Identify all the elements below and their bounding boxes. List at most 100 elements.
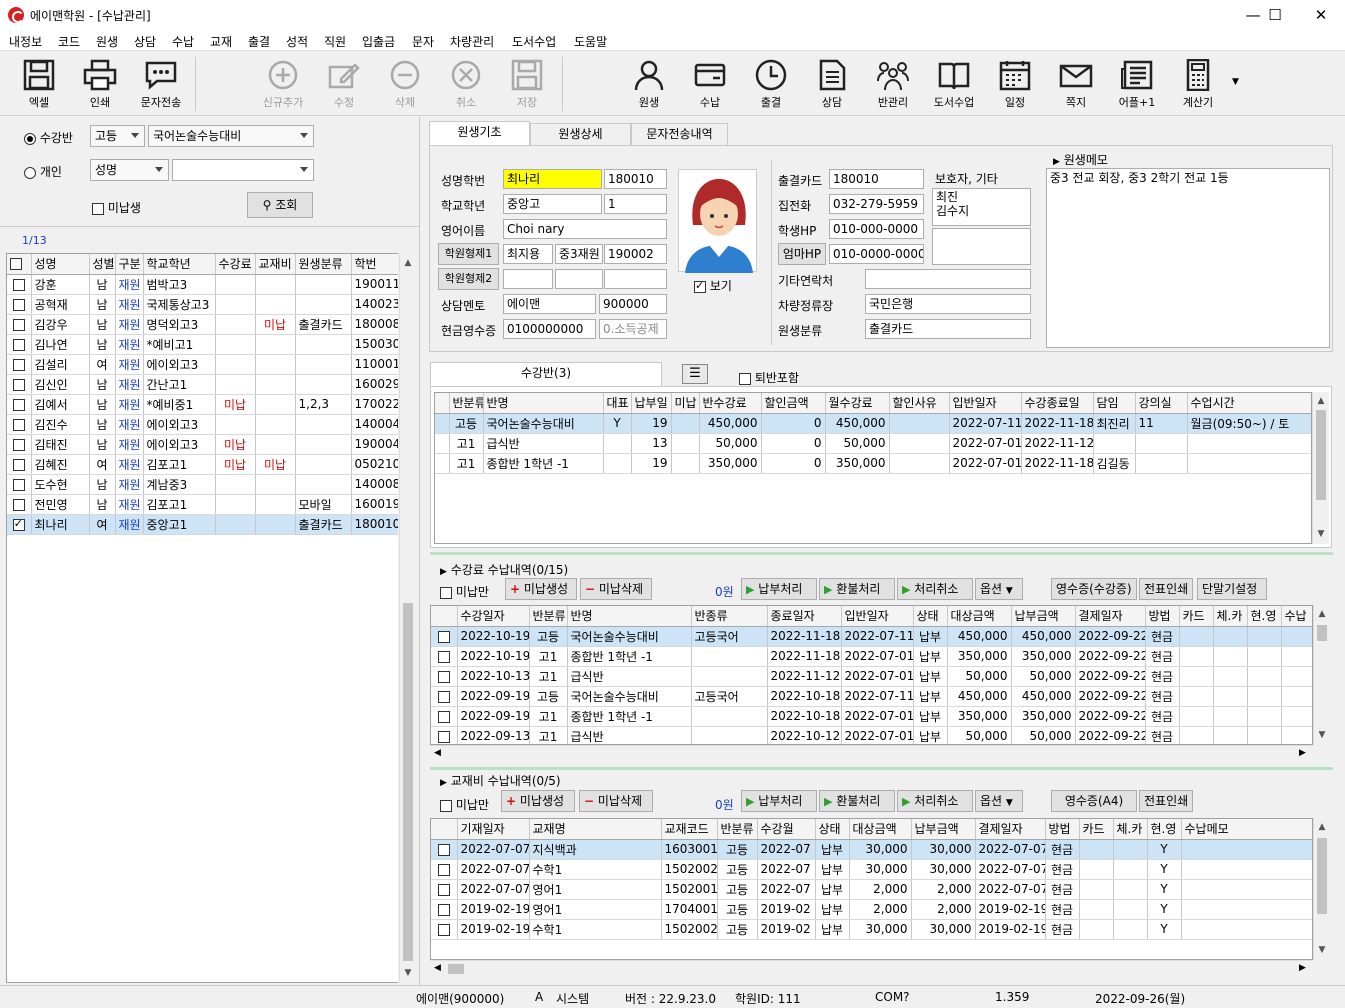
radio-class-mode[interactable]: 수강반	[24, 129, 73, 146]
menu-item[interactable]: 교재	[210, 33, 232, 50]
row-checkbox[interactable]	[7, 414, 32, 435]
checkbox[interactable]	[12, 318, 25, 331]
table-row[interactable]: 김태진 남 재원 에이외고3 미납 190004	[7, 434, 398, 455]
home-phone-field[interactable]: 032-279-5959	[829, 194, 924, 214]
row-checkbox[interactable]	[7, 494, 32, 515]
unpaid-only-checkbox[interactable]: 미납생	[92, 199, 141, 216]
book-generate-unpaid-button[interactable]: + 미납생성	[501, 790, 575, 812]
col-header[interactable]: 월수강료	[825, 393, 890, 414]
sms-send-button[interactable]: 문자전송	[130, 55, 192, 113]
table-row[interactable]: 김강우 남 재원 명덕외고3 미납 출결카드 180008	[7, 314, 398, 335]
table-row[interactable]: 공혁재 남 재원 국제통상고3 140023	[7, 294, 398, 315]
sibling1-name-field[interactable]: 최지용	[503, 244, 553, 264]
table-row[interactable]: 2019-02-19 수학1 1502002 고등 2019-02 납부 30,000 30,…	[431, 919, 1312, 940]
scroll-right-icon[interactable]: ▶	[1299, 963, 1306, 973]
mom-phone-field[interactable]: 010-0000-0000	[829, 244, 924, 264]
row-checkbox[interactable]	[431, 666, 458, 687]
col-header[interactable]: 입반일자	[841, 606, 914, 627]
sibling2-button[interactable]: 학원형제2	[438, 268, 499, 290]
row-checkbox[interactable]	[431, 706, 458, 727]
header-checkbox[interactable]	[7, 254, 32, 275]
menu-list-icon[interactable]: ☰	[682, 364, 708, 384]
book-unpaid-checkbox[interactable]: 미납만	[440, 796, 489, 813]
checkbox[interactable]	[437, 863, 450, 876]
attendance-card-field[interactable]: 180010	[829, 169, 924, 189]
menu-item[interactable]: 원생	[96, 33, 118, 50]
checkbox[interactable]	[437, 843, 450, 856]
col-header[interactable]: 반명	[567, 606, 692, 627]
bus-stop-field[interactable]: 국민은행	[865, 294, 1031, 314]
table-row[interactable]: 김신인 남 재원 간난고1 160029	[7, 374, 398, 395]
scroll-left-icon[interactable]: ◀	[434, 748, 441, 758]
fee-option-button[interactable]: 옵션 ▼	[975, 578, 1023, 600]
row-checkbox[interactable]	[7, 334, 32, 355]
mentor-id-field[interactable]: 900000	[599, 294, 667, 314]
col-header[interactable]: 수강월	[757, 819, 816, 840]
student-button[interactable]: 원생	[618, 55, 680, 113]
menu-item[interactable]: 차량관리	[450, 33, 494, 50]
include-retired-checkbox[interactable]: 퇴반포함	[739, 369, 799, 386]
checkbox[interactable]	[437, 710, 450, 723]
show-photo-checkbox[interactable]: 보기	[694, 277, 732, 294]
cancel-button[interactable]: 취소	[435, 55, 497, 113]
table-row[interactable]: 도수현 남 재원 계남중3 140008	[7, 474, 398, 495]
col-header[interactable]: 담임	[1093, 393, 1136, 414]
table-row[interactable]: 2019-02-19 영어1 1704001 고등 2019-02 납부 2,000 2,00…	[431, 899, 1312, 920]
checkbox[interactable]	[437, 690, 450, 703]
sibling1-grade-field[interactable]: 중3재원	[555, 244, 603, 264]
checkbox[interactable]	[12, 517, 25, 531]
table-row[interactable]: 고1 종합반 1학년 -1 19 350,000 0 350,000 2022-07-01 2…	[435, 453, 1311, 474]
row-checkbox[interactable]	[431, 919, 458, 940]
menu-item[interactable]: 상담	[134, 33, 156, 50]
menu-item[interactable]: 성적	[286, 33, 308, 50]
book-option-button[interactable]: 옵션 ▼	[975, 790, 1023, 812]
col-header[interactable]: 미납	[671, 393, 700, 414]
table-row[interactable]: 2022-09-19 고등 국어논술수능대비 고등국어 2022-10-18 2022-0…	[431, 686, 1312, 707]
book-receipt-button[interactable]: 영수증(A4)	[1051, 790, 1137, 812]
checkbox[interactable]	[437, 670, 450, 683]
row-checkbox[interactable]	[431, 646, 458, 667]
col-header[interactable]: 강의실	[1135, 393, 1188, 414]
student-id-field[interactable]: 180010	[604, 169, 667, 189]
sibling1-id-field[interactable]: 190002	[604, 244, 667, 264]
payment-button[interactable]: 수납	[679, 55, 741, 113]
table-row[interactable]: 김진수 남 재원 에이외고3 140004	[7, 414, 398, 435]
table-row[interactable]: 고1 급식반 13 50,000 0 50,000 2022-07-01 2022-11-12	[435, 433, 1311, 454]
col-header[interactable]: 교재코드	[661, 819, 718, 840]
col-class[interactable]: 원생분류	[295, 254, 352, 275]
checkbox[interactable]	[12, 398, 25, 411]
book-grid-scrollbar[interactable]: ▲ ▼	[1313, 818, 1330, 960]
search-type-select[interactable]: 성명	[90, 159, 169, 181]
col-header[interactable]: 대상금액	[947, 606, 1012, 627]
row-checkbox[interactable]	[431, 726, 458, 744]
book-class-button[interactable]: 도서수업	[923, 55, 985, 113]
col-header[interactable]: 체.카	[1113, 819, 1148, 840]
col-name[interactable]: 성명	[31, 254, 90, 275]
row-checkbox[interactable]	[7, 434, 32, 455]
scroll-thumb[interactable]	[1317, 838, 1327, 914]
col-header[interactable]: 반명	[483, 393, 604, 414]
col-header[interactable]: 할인금액	[761, 393, 826, 414]
col-header[interactable]: 기재일자	[457, 819, 530, 840]
col-header[interactable]: 교재명	[529, 819, 662, 840]
col-header[interactable]: 납부일	[631, 393, 672, 414]
student-phone-field[interactable]: 010-000-0000	[829, 219, 924, 239]
menu-item[interactable]: 수납	[172, 33, 194, 50]
table-row[interactable]: 2022-09-19 고1 종합반 1학년 -1 2022-10-18 2022-07-…	[431, 706, 1312, 727]
row-indicator[interactable]	[435, 453, 450, 474]
menu-item[interactable]: 코드	[58, 33, 80, 50]
col-type[interactable]: 구분	[115, 254, 144, 275]
checkbox[interactable]	[437, 883, 450, 896]
row-checkbox[interactable]	[431, 686, 458, 707]
toolbar-more-icon[interactable]: ▼	[1232, 77, 1239, 87]
guardian-field[interactable]: 최진 김수지	[932, 188, 1031, 226]
book-pay-button[interactable]: ▶ 납부처리	[741, 790, 817, 812]
checkbox[interactable]	[437, 730, 450, 743]
excel-button[interactable]: 엑셀	[8, 55, 70, 113]
checkbox[interactable]	[437, 923, 450, 936]
scroll-down-icon[interactable]: ▼	[1314, 727, 1330, 743]
row-indicator[interactable]	[435, 413, 450, 434]
sibling2-name-field[interactable]	[503, 269, 553, 289]
table-row[interactable]: 김혜진 여 재원 김포고1 미납 미납 050210	[7, 454, 398, 475]
col-header[interactable]: 상태	[815, 819, 850, 840]
